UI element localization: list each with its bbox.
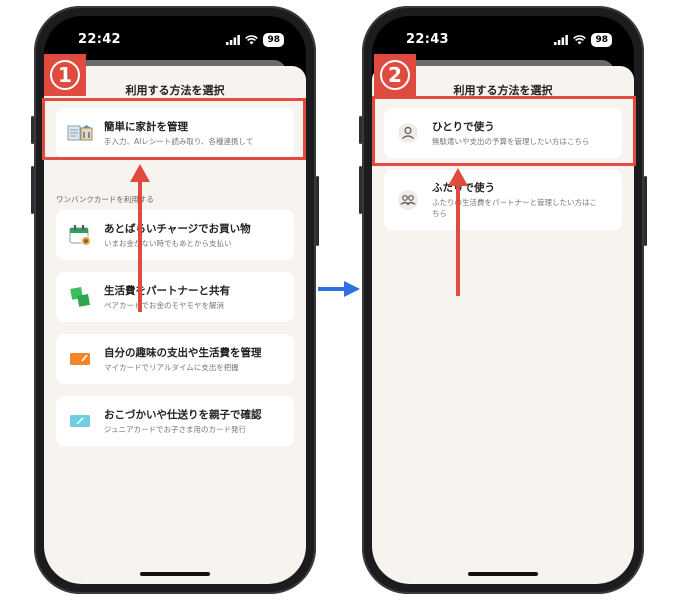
- annotation-arrows: [130, 164, 468, 312]
- right-arrow-transition: [318, 281, 360, 297]
- up-arrow-step1: [130, 164, 150, 312]
- up-arrow-step2: [448, 168, 468, 296]
